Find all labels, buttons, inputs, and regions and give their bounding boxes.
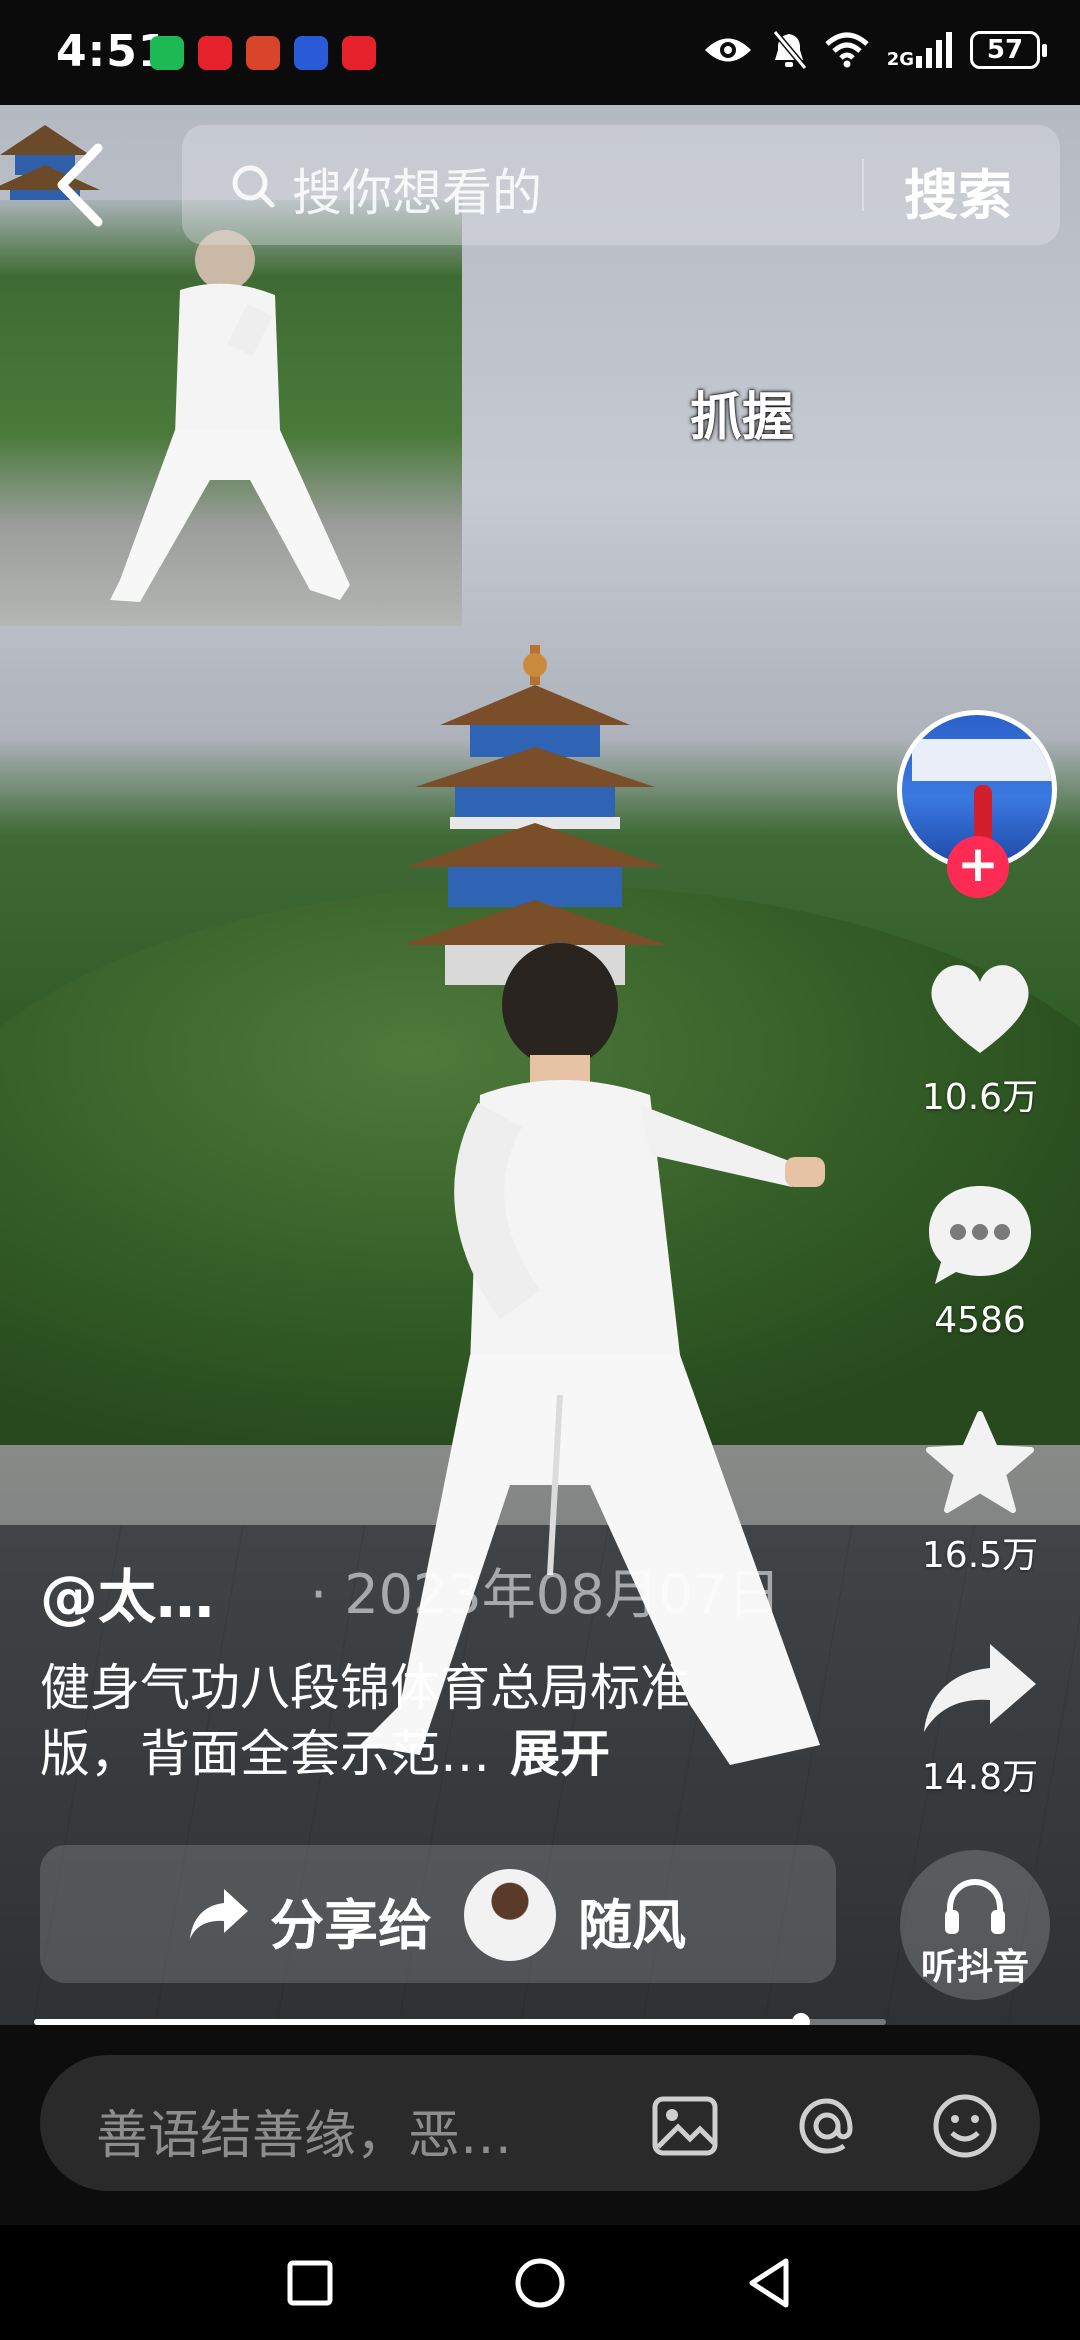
notification-icons bbox=[150, 36, 376, 70]
listen-douyin-button[interactable]: 听抖音 bbox=[900, 1850, 1050, 2000]
comment-count: 4586 bbox=[934, 1300, 1026, 1341]
post-date: · 2023年08月07日 bbox=[310, 1563, 782, 1626]
back-triangle-icon[interactable] bbox=[740, 2253, 800, 2313]
network-type: 2G bbox=[886, 49, 914, 70]
battery-indicator: 57 bbox=[970, 31, 1047, 69]
post-description[interactable]: 健身气功八段锦体育总局标准版，背面全套示范… 展开 bbox=[40, 1655, 760, 1787]
like-button[interactable]: 10.6万 bbox=[895, 958, 1065, 1120]
share-to-label: 分享给 bbox=[270, 1894, 432, 1957]
favorite-button[interactable]: 16.5万 bbox=[895, 1410, 1065, 1578]
search-divider bbox=[862, 159, 864, 211]
recipient-name: 随风 bbox=[578, 1894, 686, 1957]
follow-plus-icon[interactable]: + bbox=[947, 836, 1009, 898]
author-name[interactable]: @太… bbox=[40, 1550, 214, 1634]
back-icon[interactable] bbox=[50, 140, 110, 230]
comment-area: 善语结善缘，恶… bbox=[0, 2025, 1080, 2225]
inset-performer-figure bbox=[110, 230, 350, 602]
like-count: 10.6万 bbox=[921, 1077, 1039, 1118]
share-arrow-icon bbox=[924, 1644, 1036, 1732]
headphones-icon bbox=[945, 1878, 1005, 1934]
share-button[interactable]: 14.8万 bbox=[895, 1638, 1065, 1800]
emoji-icon[interactable] bbox=[930, 2091, 1000, 2161]
image-icon[interactable] bbox=[650, 2091, 720, 2161]
game-app-icon bbox=[246, 36, 280, 70]
search-icon bbox=[232, 165, 275, 208]
inset-demo-video bbox=[0, 200, 462, 626]
recipient-avatar bbox=[464, 1869, 556, 1961]
signal-icon bbox=[916, 32, 952, 68]
search-bar[interactable]: 搜你想看的 搜索 bbox=[182, 125, 1060, 245]
search-button[interactable]: 搜索 bbox=[904, 151, 1012, 230]
recents-square-icon[interactable] bbox=[280, 2253, 340, 2313]
mute-bell-icon bbox=[772, 30, 807, 70]
favorite-count: 16.5万 bbox=[921, 1535, 1039, 1576]
red-app-icon bbox=[342, 36, 376, 70]
bulb-app-icon bbox=[294, 36, 328, 70]
expand-button[interactable]: 展开 bbox=[510, 1725, 610, 1783]
mention-icon[interactable] bbox=[792, 2091, 862, 2161]
comment-placeholder: 善语结善缘，恶… bbox=[96, 2106, 513, 2166]
system-nav-bar bbox=[0, 2225, 1080, 2340]
hourglass-app-icon bbox=[150, 36, 184, 70]
eye-icon bbox=[704, 38, 751, 62]
red-app-icon bbox=[198, 36, 232, 70]
share-arrow-icon bbox=[190, 1889, 248, 1939]
wifi-icon bbox=[825, 32, 869, 68]
home-circle-icon[interactable] bbox=[510, 2253, 570, 2313]
avatar-banner-image bbox=[912, 739, 1052, 781]
comment-bubble-icon bbox=[929, 1186, 1031, 1284]
video-caption: 抓握 bbox=[690, 387, 795, 448]
listen-label: 听抖音 bbox=[920, 1947, 1029, 1988]
search-input[interactable]: 搜你想看的 bbox=[292, 153, 542, 225]
share-count: 14.8万 bbox=[921, 1757, 1039, 1798]
quick-share-bar[interactable]: 分享给 随风 bbox=[40, 1845, 836, 1983]
heart-icon bbox=[931, 965, 1029, 1053]
comment-input[interactable]: 善语结善缘，恶… bbox=[40, 2055, 1040, 2191]
star-icon bbox=[926, 1411, 1034, 1513]
status-bar: 4:51 2G 57 bbox=[0, 0, 1080, 105]
comment-button[interactable]: 4586 bbox=[895, 1180, 1065, 1341]
status-indicators: 2G 57 bbox=[703, 30, 1047, 70]
